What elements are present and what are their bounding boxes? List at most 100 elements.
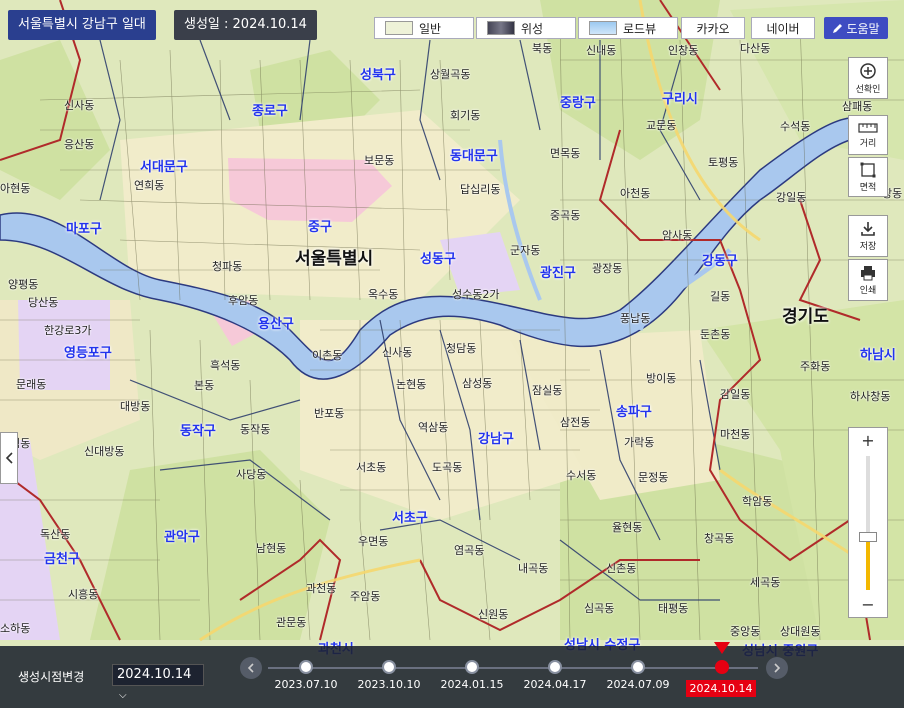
dong-label: 흑석동 — [210, 359, 241, 372]
dong-label: 심곡동 — [584, 602, 615, 615]
gu-label: 성북구 — [360, 68, 396, 83]
gu-label: 동대문구 — [450, 149, 498, 164]
timeline-prev-button[interactable] — [240, 657, 262, 679]
dong-label: 한강로3가 — [44, 324, 92, 337]
timeline-point[interactable] — [382, 660, 396, 674]
zoom-out-button[interactable]: − — [849, 594, 887, 616]
timeline-next-button[interactable] — [766, 657, 788, 679]
tool-label: 저장 — [859, 241, 877, 252]
map-type-naver-button[interactable]: 네이버 — [751, 17, 815, 39]
dong-label: 문래동 — [16, 378, 47, 391]
dong-label: 본동 — [194, 379, 215, 392]
dong-label: 신내동 — [586, 44, 617, 57]
dong-label: 교문동 — [646, 119, 677, 132]
created-date-badge: 생성일 : 2024.10.14 — [174, 10, 317, 40]
dong-label: 내곡동 — [518, 562, 549, 575]
gu-label: 용산구 — [258, 317, 294, 332]
map-type-kakao-button[interactable]: 카카오 — [681, 17, 745, 39]
timeline-point-active[interactable] — [715, 660, 729, 674]
timeline-point[interactable] — [465, 660, 479, 674]
zoom-level-fill — [866, 538, 870, 590]
dong-label: 반포동 — [314, 407, 345, 420]
map-type-satellite-button[interactable]: 위성 — [476, 17, 576, 39]
timeline-date[interactable]: 2024.04.17 — [520, 678, 590, 691]
gu-label: 하남시 — [860, 348, 896, 363]
panel-toggle-button[interactable] — [0, 432, 18, 484]
gu-label: 중구 — [308, 220, 332, 235]
tool-label: 선확인 — [855, 84, 881, 95]
download-icon — [861, 221, 875, 236]
dong-label: 염곡동 — [454, 544, 485, 557]
help-button[interactable]: 도움말 — [824, 17, 888, 39]
distance-tool-button[interactable]: 거리 — [848, 115, 888, 155]
dong-label: 논현동 — [396, 378, 427, 391]
dong-label: 마천동 — [720, 428, 751, 441]
selection-tool-button[interactable]: 선확인 — [848, 57, 888, 99]
save-button[interactable]: 저장 — [848, 215, 888, 257]
dong-label: 과천동 — [306, 582, 337, 595]
timeline-point[interactable] — [631, 660, 645, 674]
dong-label: 회기동 — [450, 109, 481, 122]
chevron-right-icon — [774, 663, 781, 673]
timeline-date-active[interactable]: 2024.10.14 — [686, 680, 756, 697]
gu-label: 서대문구 — [140, 160, 188, 175]
print-button[interactable]: 인쇄 — [848, 259, 888, 301]
map-type-general-button[interactable]: 일반 — [374, 17, 474, 39]
dong-label: 시흥동 — [68, 588, 99, 601]
dong-label: 성수동2가 — [452, 288, 500, 301]
dong-label: 역삼동 — [418, 421, 449, 434]
dong-label: 답십리동 — [460, 183, 501, 196]
dong-label: 연희동 — [134, 179, 165, 192]
tool-label: 거리 — [859, 138, 877, 149]
timeline-date[interactable]: 2024.01.15 — [437, 678, 507, 691]
dong-label: 세곡동 — [750, 576, 781, 589]
area-tool-button[interactable]: 면적 — [848, 157, 888, 197]
timeline-date[interactable]: 2023.07.10 — [271, 678, 341, 691]
dong-label: 토평동 — [708, 156, 739, 169]
timeline-date-select[interactable]: 2024.10.14 ⌵ — [112, 664, 204, 701]
timeline-date[interactable]: 2024.07.09 — [603, 678, 673, 691]
dong-label: 하사창동 — [850, 390, 891, 403]
dong-label: 도곡동 — [432, 461, 463, 474]
timeline-date[interactable]: 2023.10.10 — [354, 678, 424, 691]
timeline-track — [268, 667, 758, 669]
gu-label: 성동구 — [420, 252, 456, 267]
dong-label: 가락동 — [624, 436, 655, 449]
timeline-point[interactable] — [548, 660, 562, 674]
map-type-roadview-button[interactable]: 로드뷰 — [578, 17, 678, 39]
timeline-bar: 생성시점변경 2024.10.14 ⌵ 2023.07.10 2023.10.1… — [0, 642, 904, 708]
map-type-label: 카카오 — [696, 21, 730, 36]
dong-label: 청파동 — [212, 260, 243, 273]
zoom-in-button[interactable]: + — [849, 430, 887, 452]
dong-label: 암사동 — [662, 229, 693, 242]
zoom-slider-handle[interactable] — [859, 532, 877, 542]
pencil-icon — [833, 23, 843, 33]
dong-label: 북동 — [532, 42, 553, 55]
gu-label: 강남구 — [478, 432, 514, 447]
dong-label: 보문동 — [364, 154, 395, 167]
dong-label: 풍납동 — [620, 312, 651, 325]
satellite-map-icon — [487, 21, 515, 35]
gu-label: 동작구 — [180, 424, 216, 439]
dong-label: 둔촌동 — [700, 328, 731, 341]
gu-label: 서초구 — [392, 511, 428, 526]
dong-label: 문정동 — [638, 471, 669, 484]
dong-label: 신원동 — [478, 608, 509, 621]
dong-label: 관문동 — [276, 616, 307, 629]
help-label: 도움말 — [846, 21, 880, 36]
dong-label: 강일동 — [776, 191, 807, 204]
dong-label: 방이동 — [646, 372, 677, 385]
dong-label: 삼패동 — [842, 100, 873, 113]
timeline-point[interactable] — [299, 660, 313, 674]
dong-label: 길동 — [710, 290, 731, 303]
dong-label: 남현동 — [256, 542, 287, 555]
dong-label: 아천동 — [620, 187, 651, 200]
dong-label: 수서동 — [566, 469, 597, 482]
gu-label: 관악구 — [164, 530, 200, 545]
dong-label: 주화동 — [800, 360, 831, 373]
gu-label: 강동구 — [702, 254, 738, 269]
dong-label: 중앙동 — [730, 625, 761, 638]
gu-label: 송파구 — [616, 405, 652, 420]
dong-label: 사당동 — [236, 468, 267, 481]
map-canvas[interactable]: 서울특별시 경기도 성북구 종로구 중랑구 구리시 서대문구 동대문구 마포구 … — [0, 0, 904, 708]
